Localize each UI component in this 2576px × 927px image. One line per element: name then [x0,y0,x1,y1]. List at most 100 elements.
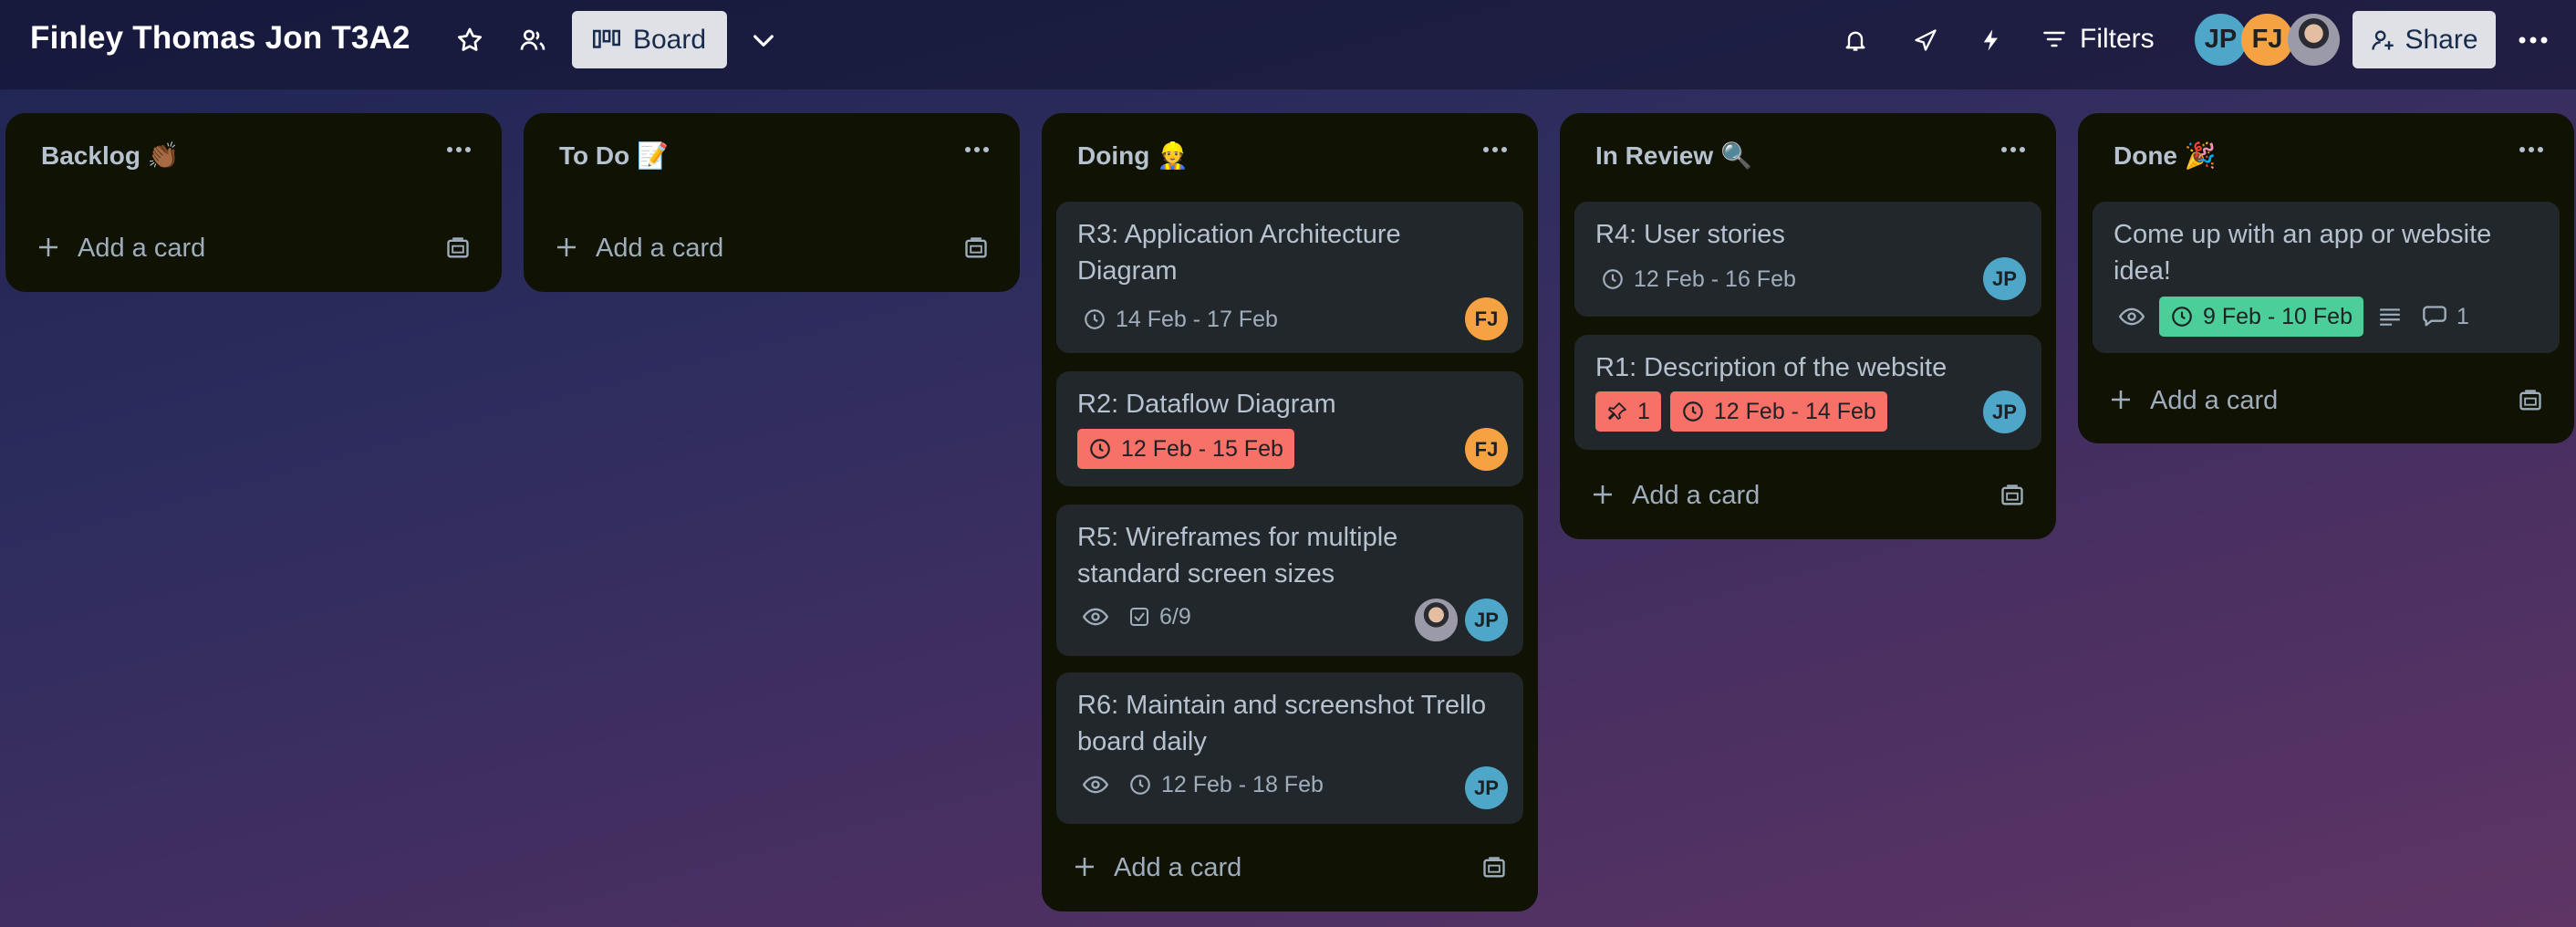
card-badges: 12 Feb - 16 Feb [1595,259,1802,299]
more-icon[interactable] [1481,142,1509,159]
plus-icon [1589,481,1616,516]
list-title[interactable]: To Do 📝 [559,141,669,171]
card-template-icon[interactable] [963,235,989,268]
eye-icon [1083,607,1108,627]
plus-icon [553,234,580,268]
card-title: R6: Maintain and screenshot Trello board… [1077,691,1487,756]
share-label: Share [2405,24,2478,55]
card-badges: 12 Feb - 15 Feb [1077,429,1294,469]
card-title: R4: User stories [1595,220,1785,249]
votes-count: 1 [1637,398,1650,424]
member-avatar-jp[interactable]: JP [1983,257,2026,300]
due-date-badge[interactable]: 14 Feb - 17 Feb [1077,299,1283,339]
card[interactable]: R1: Description of the website 1 12 Feb … [1574,335,2041,450]
card-badges: 14 Feb - 17 Feb [1077,299,1283,339]
comment-icon [2422,306,2447,328]
more-icon[interactable] [2518,142,2545,159]
due-date-badge[interactable]: 12 Feb - 18 Feb [1123,765,1329,805]
workspace-visibility-icon[interactable] [516,24,549,57]
member-avatar-photo[interactable] [2288,14,2340,66]
member-avatar-fj[interactable]: FJ [2241,14,2293,66]
card-template-icon[interactable] [2000,483,2025,516]
card[interactable]: R5: Wireframes for multiple standard scr… [1056,505,1523,656]
card-template-icon[interactable] [1481,855,1507,888]
bell-icon[interactable] [1839,24,1872,57]
description-icon [2378,307,2402,327]
more-icon[interactable] [445,142,473,159]
member-avatar-jp[interactable]: JP [1983,391,2026,433]
due-date-text: 12 Feb - 18 Feb [1161,771,1324,797]
more-icon[interactable] [963,142,991,159]
card-title: R5: Wireframes for multiple standard scr… [1077,523,1398,588]
board-header: Finley Thomas Jon T3A2 Board Filters JP … [0,0,2576,89]
member-avatar-photo[interactable] [1415,599,1458,641]
clock-icon [2170,305,2194,328]
card-badges: 12 Feb - 18 Feb [1077,765,1329,805]
board-title[interactable]: Finley Thomas Jon T3A2 [30,20,410,57]
filters-button[interactable]: Filters [2041,16,2155,62]
filter-icon [2041,26,2067,52]
due-date-badge[interactable]: 9 Feb - 10 Feb [2159,297,2363,337]
card-members: JP [1983,257,2026,300]
card[interactable]: R3: Application Architecture Diagram 14 … [1056,202,1523,353]
card[interactable]: R2: Dataflow Diagram 12 Feb - 15 Feb FJ [1056,371,1523,486]
card-members: FJ [1465,297,1508,340]
clock-icon [1128,773,1152,797]
chevron-down-icon[interactable] [747,24,780,57]
board-view-label: Board [632,24,707,55]
filters-label: Filters [2080,24,2155,54]
due-date-badge[interactable]: 12 Feb - 14 Feb [1669,391,1887,432]
list-title[interactable]: Doing 👷 [1077,141,1189,171]
card-members: JP [1465,766,1508,809]
due-date-text: 9 Feb - 10 Feb [2203,303,2353,329]
rocket-icon[interactable] [1909,24,1942,57]
more-icon[interactable] [2000,142,2027,159]
add-card-button[interactable]: Add a card [5,221,502,276]
member-avatar-fj[interactable]: FJ [1465,428,1508,471]
checklist-text: 6/9 [1159,603,1191,630]
card[interactable]: R4: User stories 12 Feb - 16 Feb JP [1574,202,2041,317]
member-avatar-jp[interactable]: JP [2195,14,2247,66]
list-doing: Doing 👷 R3: Application Architecture Dia… [1042,113,1538,911]
add-member-icon [2370,27,2395,53]
add-card-button[interactable]: Add a card [524,221,1020,276]
add-card-button[interactable]: Add a card [1560,468,2056,523]
eye-icon [2119,307,2145,327]
list-to-do: To Do 📝 Add a card [524,113,1020,292]
due-date-text: 12 Feb - 15 Feb [1121,435,1283,462]
watching-badge [1077,597,1114,637]
add-card-button[interactable]: Add a card [2078,373,2574,428]
star-icon[interactable] [453,24,486,57]
due-date-badge[interactable]: 12 Feb - 16 Feb [1595,259,1802,299]
card-title: R1: Description of the website [1595,353,1948,382]
card-members: JP [1415,599,1508,641]
member-avatar-fj[interactable]: FJ [1465,297,1508,340]
add-card-label: Add a card [1632,481,1761,510]
card[interactable]: Come up with an app or website idea! 9 F… [2093,202,2560,353]
add-card-label: Add a card [78,234,206,263]
due-date-text: 12 Feb - 16 Feb [1634,266,1796,292]
lightning-icon[interactable] [1975,24,2008,57]
board-view-button[interactable]: Board [572,11,727,68]
share-button[interactable]: Share [2353,11,2496,68]
description-badge [2373,297,2407,337]
card-title: R2: Dataflow Diagram [1077,390,1336,419]
more-icon[interactable] [2515,24,2551,57]
member-avatar-jp[interactable]: JP [1465,766,1508,809]
add-card-button[interactable]: Add a card [1042,840,1538,895]
card-template-icon[interactable] [445,235,471,268]
card[interactable]: R6: Maintain and screenshot Trello board… [1056,672,1523,824]
board-icon [592,28,620,52]
list-title[interactable]: In Review 🔍 [1595,141,1752,171]
due-date-badge[interactable]: 12 Feb - 15 Feb [1077,429,1294,469]
card-title: R3: Application Architecture Diagram [1077,220,1401,286]
clock-icon [1088,437,1112,461]
comments-badge: 1 [2416,297,2475,337]
votes-badge[interactable]: 1 [1595,391,1661,432]
member-avatar-jp[interactable]: JP [1465,599,1508,641]
list-title[interactable]: Done 🎉 [2114,141,2217,171]
checklist-badge: 6/9 [1123,597,1197,637]
card-template-icon[interactable] [2518,388,2543,421]
card-members: JP [1983,391,2026,433]
list-title[interactable]: Backlog 👏🏾 [41,141,180,171]
